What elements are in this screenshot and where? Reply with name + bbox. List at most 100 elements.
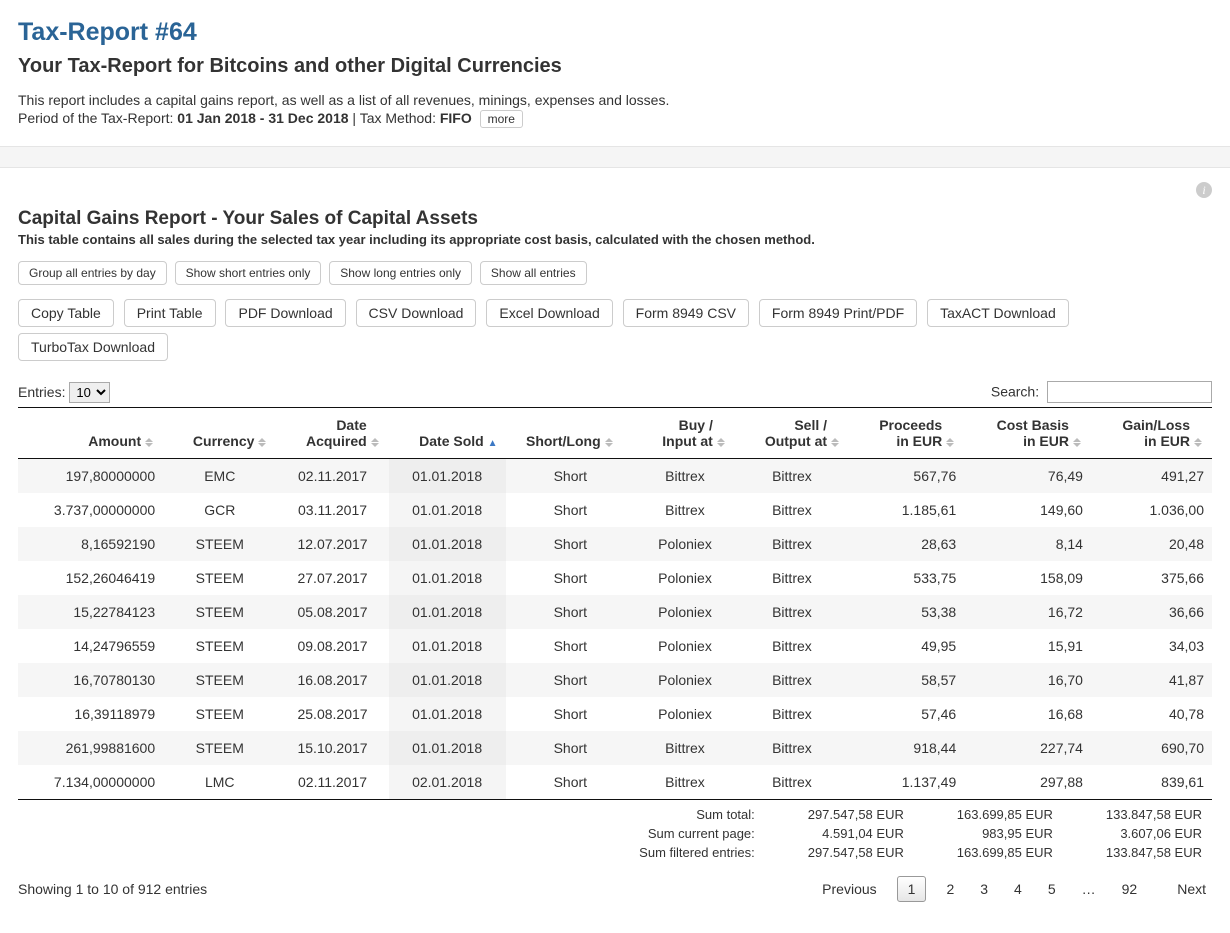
sort-icon xyxy=(1194,438,1204,447)
cell-acquired: 12.07.2017 xyxy=(276,527,388,561)
cell-currency: STEEM xyxy=(163,527,276,561)
print-table-button[interactable]: Print Table xyxy=(124,299,216,327)
cell-proceeds: 57,46 xyxy=(849,697,964,731)
cell-sold: 01.01.2018 xyxy=(389,731,506,765)
page-5[interactable]: 5 xyxy=(1042,877,1062,901)
page-1[interactable]: 1 xyxy=(897,876,927,902)
table-row: 152,26046419STEEM27.07.201701.01.2018Sho… xyxy=(18,561,1212,595)
col-gain-loss[interactable]: Gain/Loss in EUR xyxy=(1091,408,1212,459)
cell-gain: 34,03 xyxy=(1091,629,1212,663)
pagination: Previous 12345 … 92 Next xyxy=(816,877,1212,901)
cell-sell: Bittrex xyxy=(735,663,849,697)
table-row: 16,39118979STEEM25.08.201701.01.2018Shor… xyxy=(18,697,1212,731)
show-long-button[interactable]: Show long entries only xyxy=(329,261,472,285)
cell-buy: Poloniex xyxy=(635,663,735,697)
cell-buy: Bittrex xyxy=(635,493,735,527)
cell-shortlong: Short xyxy=(506,595,636,629)
table-row: 3.737,00000000GCR03.11.201701.01.2018Sho… xyxy=(18,493,1212,527)
form8949-pdf-button[interactable]: Form 8949 Print/PDF xyxy=(759,299,917,327)
cell-acquired: 09.08.2017 xyxy=(276,629,388,663)
turbotax-download-button[interactable]: TurboTax Download xyxy=(18,333,168,361)
cell-amount: 15,22784123 xyxy=(18,595,163,629)
cell-shortlong: Short xyxy=(506,493,636,527)
col-short-long[interactable]: Short/Long xyxy=(506,408,636,459)
page-4[interactable]: 4 xyxy=(1008,877,1028,901)
cell-cost: 8,14 xyxy=(964,527,1091,561)
sort-icon xyxy=(258,438,268,447)
cell-cost: 16,72 xyxy=(964,595,1091,629)
gains-table: Amount Currency Date Acquired Date Sold … xyxy=(18,407,1212,800)
tax-method-label: | Tax Method: xyxy=(349,110,440,126)
cell-gain: 20,48 xyxy=(1091,527,1212,561)
search-control: Search: xyxy=(991,381,1212,403)
cell-amount: 14,24796559 xyxy=(18,629,163,663)
cell-sell: Bittrex xyxy=(735,731,849,765)
cell-proceeds: 28,63 xyxy=(849,527,964,561)
sum-filtered-label: Sum filtered entries: xyxy=(631,844,763,861)
page-2[interactable]: 2 xyxy=(940,877,960,901)
table-row: 16,70780130STEEM16.08.201701.01.2018Shor… xyxy=(18,663,1212,697)
show-all-button[interactable]: Show all entries xyxy=(480,261,587,285)
col-date-sold[interactable]: Date Sold ▲ xyxy=(389,408,506,459)
sort-icon xyxy=(371,438,381,447)
col-amount[interactable]: Amount xyxy=(18,408,163,459)
cell-acquired: 05.08.2017 xyxy=(276,595,388,629)
sort-icon xyxy=(717,438,727,447)
cell-sell: Bittrex xyxy=(735,697,849,731)
entries-select[interactable]: 10 xyxy=(69,382,110,403)
cell-shortlong: Short xyxy=(506,459,636,494)
cell-currency: STEEM xyxy=(163,663,276,697)
cell-shortlong: Short xyxy=(506,697,636,731)
page-92[interactable]: 92 xyxy=(1116,877,1144,901)
group-by-day-button[interactable]: Group all entries by day xyxy=(18,261,167,285)
cell-sell: Bittrex xyxy=(735,459,849,494)
info-icon[interactable]: i xyxy=(1196,182,1212,198)
show-short-button[interactable]: Show short entries only xyxy=(175,261,322,285)
cell-cost: 16,70 xyxy=(964,663,1091,697)
sum-page-cost: 983,95 EUR xyxy=(914,825,1061,842)
search-input[interactable] xyxy=(1047,381,1212,403)
tax-method-value: FIFO xyxy=(440,110,472,126)
cell-acquired: 25.08.2017 xyxy=(276,697,388,731)
previous-button[interactable]: Previous xyxy=(816,877,882,901)
cell-amount: 3.737,00000000 xyxy=(18,493,163,527)
cell-currency: LMC xyxy=(163,765,276,800)
sort-icon xyxy=(831,438,841,447)
cell-cost: 158,09 xyxy=(964,561,1091,595)
cell-amount: 7.134,00000000 xyxy=(18,765,163,800)
cell-currency: STEEM xyxy=(163,629,276,663)
cell-currency: GCR xyxy=(163,493,276,527)
excel-download-button[interactable]: Excel Download xyxy=(486,299,612,327)
sum-total-proceeds: 297.547,58 EUR xyxy=(765,806,912,823)
section-title: Capital Gains Report - Your Sales of Cap… xyxy=(18,208,1212,230)
pdf-download-button[interactable]: PDF Download xyxy=(225,299,345,327)
page-title: Tax-Report #64 xyxy=(18,18,1212,47)
page-3[interactable]: 3 xyxy=(974,877,994,901)
col-currency[interactable]: Currency xyxy=(163,408,276,459)
col-date-acquired[interactable]: Date Acquired xyxy=(276,408,388,459)
sum-total-label: Sum total: xyxy=(631,806,763,823)
col-proceeds[interactable]: Proceeds in EUR xyxy=(849,408,964,459)
cell-currency: STEEM xyxy=(163,697,276,731)
cell-acquired: 15.10.2017 xyxy=(276,731,388,765)
table-row: 14,24796559STEEM09.08.201701.01.2018Shor… xyxy=(18,629,1212,663)
cell-sell: Bittrex xyxy=(735,493,849,527)
export-buttons: Copy Table Print Table PDF Download CSV … xyxy=(18,299,1212,367)
report-period-line: Period of the Tax-Report: 01 Jan 2018 - … xyxy=(18,110,1212,128)
more-button[interactable]: more xyxy=(480,110,523,128)
cell-shortlong: Short xyxy=(506,629,636,663)
cell-acquired: 02.11.2017 xyxy=(276,765,388,800)
period-label: Period of the Tax-Report: xyxy=(18,110,177,126)
col-cost-basis[interactable]: Cost Basis in EUR xyxy=(964,408,1091,459)
col-buy-input[interactable]: Buy / Input at xyxy=(635,408,735,459)
taxact-download-button[interactable]: TaxACT Download xyxy=(927,299,1069,327)
col-sell-output[interactable]: Sell / Output at xyxy=(735,408,849,459)
next-button[interactable]: Next xyxy=(1171,877,1212,901)
cell-sell: Bittrex xyxy=(735,765,849,800)
cell-gain: 41,87 xyxy=(1091,663,1212,697)
csv-download-button[interactable]: CSV Download xyxy=(356,299,477,327)
page-ellipsis: … xyxy=(1076,877,1102,901)
cell-sold: 01.01.2018 xyxy=(389,527,506,561)
form8949-csv-button[interactable]: Form 8949 CSV xyxy=(623,299,749,327)
copy-table-button[interactable]: Copy Table xyxy=(18,299,114,327)
